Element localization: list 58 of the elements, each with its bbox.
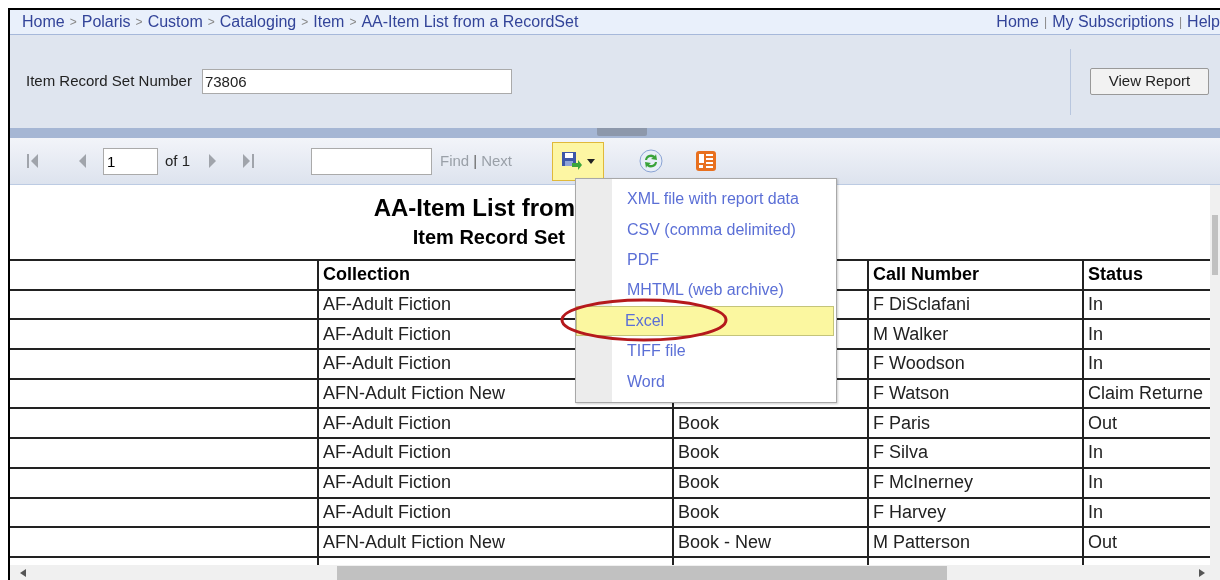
table-cell: F Harvey [867, 498, 1082, 529]
input-field[interactable]: 73806 [201, 69, 512, 94]
scroll-right-icon[interactable] [1199, 569, 1205, 577]
breadcrumb-separator: > [135, 14, 143, 31]
page-count: of 1 [165, 150, 191, 171]
menu-item[interactable]: Excel [576, 305, 834, 336]
page-input[interactable]: 1 [103, 147, 158, 175]
breadcrumb-separator: > [301, 14, 309, 31]
table-cell: Book [672, 409, 867, 440]
column-header: Call Number [867, 261, 1082, 291]
find-input[interactable] [311, 147, 433, 175]
menu-item[interactable]: XML file with report data [614, 184, 834, 215]
vertical-scrollbar[interactable] [1210, 185, 1220, 565]
table-cell: Book [672, 439, 867, 469]
view-report-button[interactable]: View Report [1090, 68, 1209, 95]
breadcrumb-link[interactable]: Home [22, 10, 65, 34]
breadcrumb-separator: > [207, 14, 215, 31]
report-title: AA-Item List from [373, 193, 575, 223]
table-cell: Book [672, 498, 867, 529]
table-cell: AF-Adult Fiction [317, 468, 672, 499]
link-separator: | [1178, 14, 1183, 31]
table-cell: AF-Adult Fiction [317, 498, 672, 529]
table-cell: F Watson [867, 379, 1082, 410]
breadcrumb-separator: > [349, 14, 357, 31]
header-link[interactable]: My Subscriptions [1052, 10, 1174, 34]
table-cell: F Silva [867, 439, 1082, 469]
table-cell: Book - New [672, 528, 867, 558]
breadcrumb-link[interactable]: Polaris [81, 10, 131, 34]
breadcrumb-link[interactable]: Custom [147, 10, 203, 34]
breadcrumb-separator: > [69, 14, 77, 31]
caret-icon [586, 158, 595, 164]
breadcrumb-link[interactable]: AA-Item List from a RecordSet [361, 10, 579, 34]
scroll-left-icon[interactable] [20, 569, 26, 577]
table-cell: F DiSclafani [867, 290, 1082, 321]
header-link[interactable]: Home [996, 10, 1039, 34]
table-cell: F Paris [867, 409, 1082, 440]
breadcrumb-link[interactable]: Item [313, 10, 345, 34]
report-icon[interactable] [694, 150, 717, 172]
table-cell: F McInerney [867, 468, 1082, 499]
table-cell: F Woodson [867, 350, 1082, 380]
table-cell: AFN-Adult Fiction New [317, 528, 672, 558]
field-label: Item Record Set Number [26, 71, 192, 92]
menu-item[interactable]: CSV (comma delimited) [614, 214, 834, 245]
table-cell: Book [672, 468, 867, 499]
table-cell: M Patterson [867, 528, 1082, 558]
report-subtitle: Item Record Set [412, 225, 565, 250]
link-separator: | [1044, 14, 1048, 31]
table-cell: M Walker [867, 320, 1082, 351]
link-separator: | [473, 150, 478, 171]
breadcrumb-link[interactable]: Cataloging [219, 10, 297, 34]
refresh-icon[interactable] [638, 149, 663, 173]
splitter-handle[interactable] [597, 128, 647, 136]
header-link[interactable]: Help [1187, 10, 1220, 34]
table-cell: AF-Adult Fiction [317, 409, 672, 440]
save-icon [560, 151, 583, 171]
table-cell: AF-Adult Fiction [317, 439, 672, 469]
horizontal-scrollbar[interactable] [10, 565, 1220, 580]
export-button[interactable] [551, 141, 604, 181]
